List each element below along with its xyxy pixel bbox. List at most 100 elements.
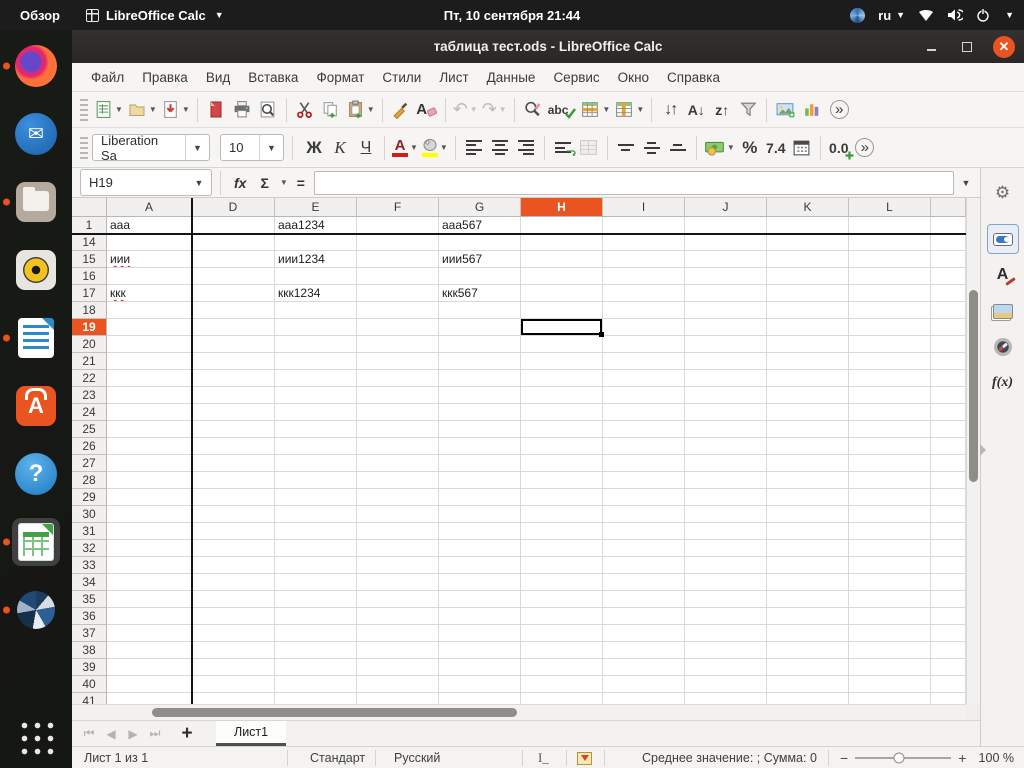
menu-insert[interactable]: Вставка xyxy=(239,66,307,89)
cell-partial40[interactable] xyxy=(931,676,966,693)
row-header-27[interactable]: 27 xyxy=(72,455,107,472)
cell-G1[interactable]: aaa567 xyxy=(439,217,521,234)
vertical-scrollbar-thumb[interactable] xyxy=(969,290,978,482)
wrap-text-button[interactable] xyxy=(550,134,576,162)
row-header-21[interactable]: 21 xyxy=(72,353,107,370)
cell-D35[interactable] xyxy=(192,591,275,608)
row-header-19[interactable]: 19 xyxy=(72,319,107,336)
cell-L18[interactable] xyxy=(849,302,931,319)
row-header-16[interactable]: 16 xyxy=(72,268,107,285)
cell-A23[interactable] xyxy=(107,387,192,404)
select-all-corner[interactable] xyxy=(72,198,107,217)
cell-H29[interactable] xyxy=(521,489,603,506)
cell-D25[interactable] xyxy=(192,421,275,438)
wifi-icon[interactable] xyxy=(918,8,934,22)
row-header-33[interactable]: 33 xyxy=(72,557,107,574)
cell-K17[interactable] xyxy=(767,285,849,302)
cell-partial32[interactable] xyxy=(931,540,966,557)
horizontal-scrollbar-thumb[interactable] xyxy=(152,708,517,717)
cell-K31[interactable] xyxy=(767,523,849,540)
align-center-button[interactable] xyxy=(487,134,513,162)
align-bottom-button[interactable] xyxy=(665,134,691,162)
row-header-22[interactable]: 22 xyxy=(72,370,107,387)
cell-L16[interactable] xyxy=(849,268,931,285)
menu-format[interactable]: Формат xyxy=(307,66,373,89)
dock-item-libreoffice-writer[interactable] xyxy=(12,314,60,362)
dock-item-files[interactable] xyxy=(12,178,60,226)
undo-button[interactable]: ↶ ▼ xyxy=(451,96,480,124)
column-header-partial[interactable] xyxy=(931,198,966,217)
cell-G32[interactable] xyxy=(439,540,521,557)
save-button[interactable]: ▼ xyxy=(159,96,192,124)
cell-L32[interactable] xyxy=(849,540,931,557)
cell-A32[interactable] xyxy=(107,540,192,557)
show-applications-button[interactable] xyxy=(12,712,60,760)
cell-G28[interactable] xyxy=(439,472,521,489)
chevron-down-icon[interactable]: ▼ xyxy=(187,170,211,195)
cell-A40[interactable] xyxy=(107,676,192,693)
cut-button[interactable] xyxy=(292,96,318,124)
cell-partial22[interactable] xyxy=(931,370,966,387)
cell-partial39[interactable] xyxy=(931,659,966,676)
cell-G20[interactable] xyxy=(439,336,521,353)
equals-button[interactable]: = xyxy=(292,175,310,191)
cell-J33[interactable] xyxy=(685,557,767,574)
cell-G36[interactable] xyxy=(439,608,521,625)
cell-A26[interactable] xyxy=(107,438,192,455)
cell-H1[interactable] xyxy=(521,217,603,234)
cell-E15[interactable]: иии1234 xyxy=(275,251,357,268)
row-header-24[interactable]: 24 xyxy=(72,404,107,421)
cell-partial21[interactable] xyxy=(931,353,966,370)
cell-H40[interactable] xyxy=(521,676,603,693)
cell-H30[interactable] xyxy=(521,506,603,523)
cell-F22[interactable] xyxy=(357,370,439,387)
cell-I1[interactable] xyxy=(603,217,685,234)
cell-L41[interactable] xyxy=(849,693,931,704)
cell-A35[interactable] xyxy=(107,591,192,608)
cell-I37[interactable] xyxy=(603,625,685,642)
cell-J25[interactable] xyxy=(685,421,767,438)
sidebar-tab-properties[interactable] xyxy=(986,224,1019,254)
page-style[interactable]: Стандарт xyxy=(310,747,365,768)
cell-I18[interactable] xyxy=(603,302,685,319)
cell-I39[interactable] xyxy=(603,659,685,676)
sort-descending-button[interactable]: z↑ xyxy=(709,96,735,124)
cell-F14[interactable] xyxy=(357,234,439,251)
row-header-32[interactable]: 32 xyxy=(72,540,107,557)
cell-E37[interactable] xyxy=(275,625,357,642)
cell-D37[interactable] xyxy=(192,625,275,642)
cell-F20[interactable] xyxy=(357,336,439,353)
bold-button[interactable]: Ж xyxy=(301,134,327,162)
cell-L23[interactable] xyxy=(849,387,931,404)
cell-A19[interactable] xyxy=(107,319,192,336)
align-left-button[interactable] xyxy=(461,134,487,162)
cell-E17[interactable]: ккк1234 xyxy=(275,285,357,302)
column-header-L[interactable]: L xyxy=(849,198,931,217)
cell-L39[interactable] xyxy=(849,659,931,676)
cell-partial18[interactable] xyxy=(931,302,966,319)
print-button[interactable] xyxy=(229,96,255,124)
export-pdf-button[interactable] xyxy=(203,96,229,124)
activities-button[interactable]: Обзор xyxy=(20,8,60,23)
chevron-down-icon[interactable]: ▼ xyxy=(1005,10,1014,20)
cell-H16[interactable] xyxy=(521,268,603,285)
cell-H28[interactable] xyxy=(521,472,603,489)
cell-I15[interactable] xyxy=(603,251,685,268)
cell-partial35[interactable] xyxy=(931,591,966,608)
cell-H21[interactable] xyxy=(521,353,603,370)
dock-item-firefox[interactable] xyxy=(12,42,60,90)
sort-button[interactable]: ↓↑ xyxy=(657,96,683,124)
chevron-down-icon[interactable]: ▼ xyxy=(259,135,283,160)
cell-E21[interactable] xyxy=(275,353,357,370)
cell-L24[interactable] xyxy=(849,404,931,421)
cell-I26[interactable] xyxy=(603,438,685,455)
cell-G37[interactable] xyxy=(439,625,521,642)
cell-A31[interactable] xyxy=(107,523,192,540)
cell-L28[interactable] xyxy=(849,472,931,489)
cell-G14[interactable] xyxy=(439,234,521,251)
cell-partial30[interactable] xyxy=(931,506,966,523)
cell-partial1[interactable] xyxy=(931,217,966,234)
cell-E23[interactable] xyxy=(275,387,357,404)
cell-F37[interactable] xyxy=(357,625,439,642)
cell-J29[interactable] xyxy=(685,489,767,506)
